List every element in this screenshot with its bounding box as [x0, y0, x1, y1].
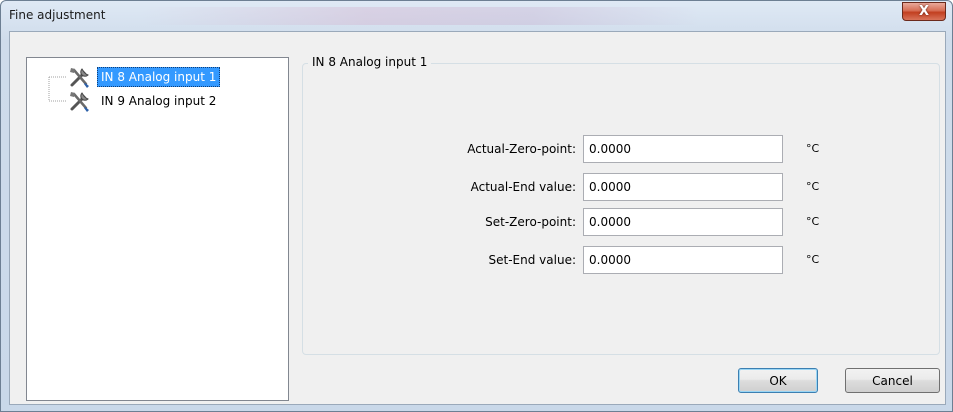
set-zero-point-input[interactable]	[583, 208, 783, 236]
tools-icon	[67, 65, 93, 89]
tree-item-label: IN 8 Analog input 1	[97, 67, 221, 87]
unit-label: °C	[806, 180, 820, 193]
unit-label: °C	[806, 142, 820, 155]
actual-zero-point-label: Actual-Zero-point:	[467, 142, 576, 156]
title-bar-glow	[141, 7, 701, 25]
input-tree-view[interactable]: IN 8 Analog input 1 IN 9 Analog input 2	[26, 57, 289, 401]
set-end-value-row: Set-End value: °C	[302, 246, 940, 274]
close-button[interactable]: X	[902, 2, 946, 21]
ok-button[interactable]: OK	[738, 368, 818, 393]
tools-icon	[67, 89, 93, 113]
set-end-value-input[interactable]	[583, 246, 783, 274]
window-title: Fine adjustment	[9, 8, 106, 22]
actual-end-value-row: Actual-End value: °C	[302, 173, 940, 201]
fine-adjustment-dialog: Fine adjustment X IN 8 Analog input 1 IN…	[0, 0, 953, 412]
set-end-value-label: Set-End value:	[488, 253, 576, 267]
title-bar[interactable]: Fine adjustment X	[1, 1, 952, 31]
unit-label: °C	[806, 253, 820, 266]
actual-end-value-label: Actual-End value:	[470, 180, 576, 194]
tree-item-in8[interactable]: IN 8 Analog input 1	[67, 65, 221, 89]
actual-zero-point-row: Actual-Zero-point: °C	[302, 135, 940, 163]
group-title: IN 8 Analog input 1	[308, 55, 432, 69]
tree-item-label: IN 9 Analog input 2	[101, 94, 217, 108]
set-zero-point-label: Set-Zero-point:	[485, 215, 576, 229]
tree-item-in9[interactable]: IN 9 Analog input 2	[67, 89, 220, 113]
unit-label: °C	[806, 215, 820, 228]
cancel-button[interactable]: Cancel	[845, 368, 940, 393]
dialog-client-area: IN 8 Analog input 1 IN 9 Analog input 2 …	[9, 31, 946, 405]
actual-end-value-input[interactable]	[583, 173, 783, 201]
close-icon: X	[918, 4, 930, 19]
actual-zero-point-input[interactable]	[583, 135, 783, 163]
set-zero-point-row: Set-Zero-point: °C	[302, 208, 940, 236]
